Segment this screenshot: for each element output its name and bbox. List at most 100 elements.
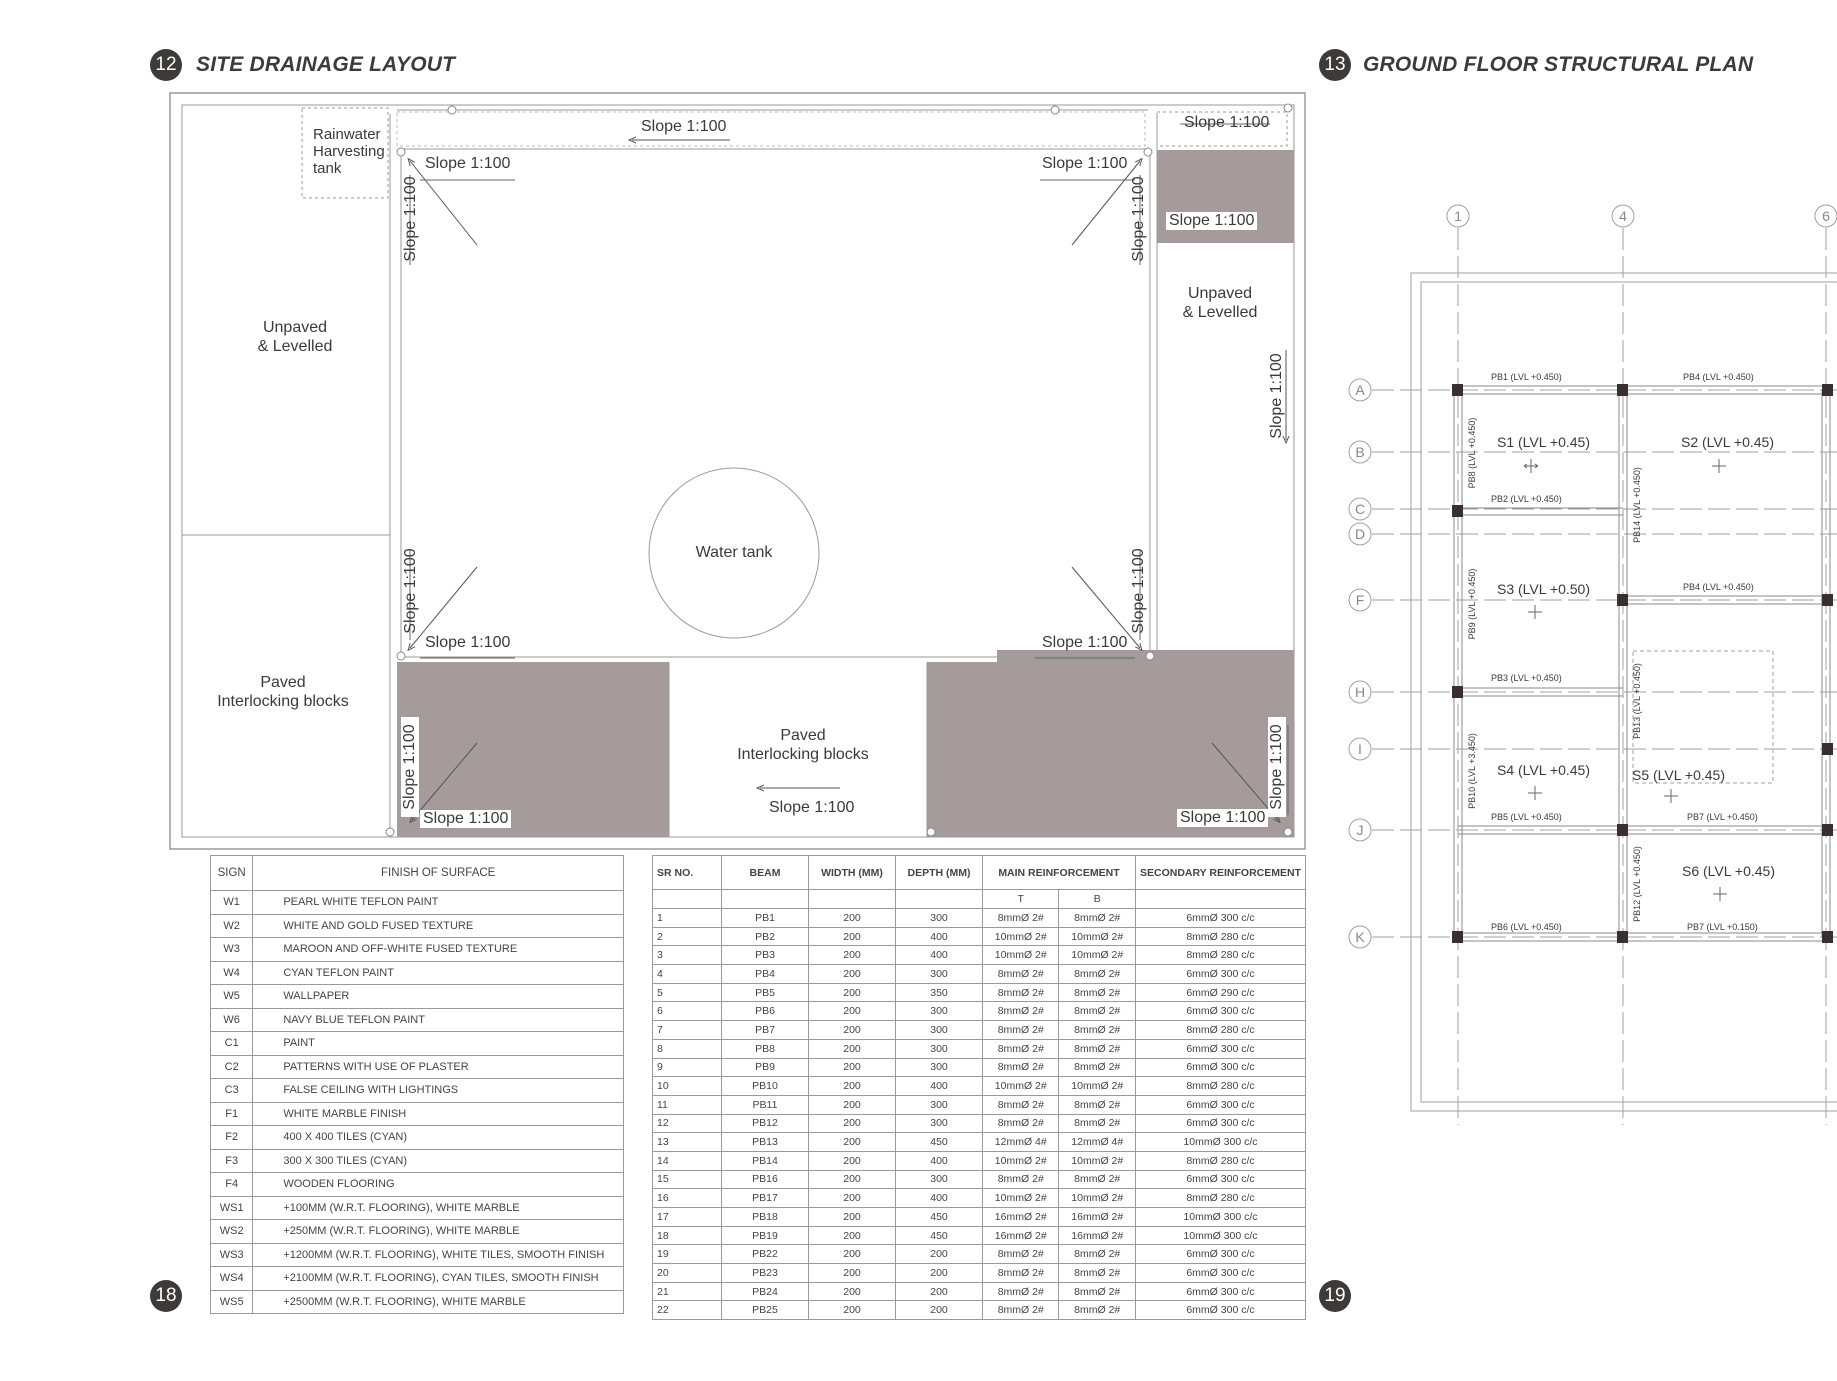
sr-cell: 22 <box>652 1300 722 1321</box>
beam-cell: PB7 <box>721 1020 809 1040</box>
grid-label: 6 <box>1822 208 1830 224</box>
table-row: WS5 +2500MM (W.R.T. FLOORING), WHITE MARB… <box>209 1289 624 1314</box>
table-row: F2 400 X 400 TILES (CYAN) <box>209 1125 624 1150</box>
beam-cell: PB3 <box>721 945 809 966</box>
width-cell: 200 <box>808 1188 896 1208</box>
slab-label: S3 (LVL +0.50) <box>1497 581 1591 597</box>
grid-label: H <box>1354 684 1366 700</box>
width-cell: 200 <box>808 1113 896 1134</box>
sr-cell: 3 <box>652 945 722 966</box>
secondary-reinforcement-cell: 8mmØ 280 c/c <box>1134 945 1307 966</box>
page-number: 19 <box>1324 1285 1346 1306</box>
finish-cell: +2100MM (W.R.T. FLOORING), CYAN TILES, S… <box>252 1266 624 1291</box>
secondary-reinforcement-cell: 8mmØ 280 c/c <box>1134 1076 1307 1096</box>
grid-label: B <box>1355 444 1365 460</box>
secondary-reinforcement-cell: 6mmØ 300 c/c <box>1134 1113 1307 1134</box>
secondary-reinforcement-cell: 6mmØ 300 c/c <box>1134 1057 1307 1078</box>
bottom-reinforcement-cell: 8mmØ 2# <box>1058 964 1136 984</box>
beam-label: PB14 (LVL +0.450) <box>1632 467 1642 543</box>
beam-cell: PB19 <box>721 1225 809 1246</box>
sr-cell: 6 <box>652 1001 722 1022</box>
bottom-reinforcement-cell: 16mmØ 2# <box>1058 1225 1136 1246</box>
table-row: 17 PB18 200 450 16mmØ 2# 16mmØ 2# 10mmØ 300 c/… <box>652 1207 1307 1227</box>
sr-cell: 13 <box>652 1132 722 1152</box>
sr-cell: 20 <box>652 1263 722 1283</box>
grid-label: J <box>1356 822 1364 838</box>
secondary-reinforcement-cell: 6mmØ 300 c/c <box>1134 1038 1307 1059</box>
secondary-reinforcement-cell: 6mmØ 300 c/c <box>1134 1001 1307 1022</box>
sign-cell: C1 <box>209 1031 254 1056</box>
table-row: W2 WHITE AND GOLD FUSED TEXTURE <box>209 913 624 938</box>
table-row: WS2 +250MM (W.R.T. FLOORING), WHITE MARBL… <box>209 1219 624 1244</box>
beam-cell: PB17 <box>721 1188 809 1208</box>
beam-cell: PB18 <box>721 1207 809 1227</box>
top-reinforcement-cell: 8mmØ 2# <box>981 982 1060 1003</box>
beam-cell: PB2 <box>721 926 809 947</box>
bottom-reinforcement-cell: 10mmØ 2# <box>1058 945 1136 966</box>
width-cell: 200 <box>808 1300 896 1321</box>
sr-cell: 4 <box>652 964 722 984</box>
top-reinforcement-cell: 8mmØ 2# <box>981 1001 1060 1022</box>
beam-cell: PB8 <box>721 1038 809 1059</box>
width-cell: 200 <box>808 1076 896 1096</box>
beam-label: PB13 (LVL +0.450) <box>1632 663 1642 739</box>
width-cell: 200 <box>808 1244 896 1265</box>
sr-cell: 2 <box>652 926 722 947</box>
bottom-reinforcement-cell: 8mmØ 2# <box>1058 982 1136 1003</box>
table-row: 18 PB19 200 450 16mmØ 2# 16mmØ 2# 10mmØ 300 c/… <box>652 1225 1307 1246</box>
beam-label: PB8 (LVL +0.450) <box>1467 417 1477 489</box>
beam-cell: PB24 <box>721 1281 809 1302</box>
beam-label: PB12 (LVL +0.450) <box>1632 846 1642 922</box>
depth-cell: 400 <box>895 1076 983 1096</box>
bottom-reinforcement-cell: 8mmØ 2# <box>1058 1113 1136 1134</box>
sr-cell: 10 <box>652 1076 722 1096</box>
width-cell: 200 <box>808 1001 896 1022</box>
grid-label: C <box>1354 501 1366 517</box>
depth-cell: 400 <box>895 945 983 966</box>
top-reinforcement-cell: 10mmØ 2# <box>981 1076 1060 1096</box>
grid-label: K <box>1355 929 1365 945</box>
width-cell: 200 <box>808 1207 896 1227</box>
table-row: 8 PB8 200 300 8mmØ 2# 8mmØ 2# 6mmØ 300 c/c <box>652 1038 1307 1059</box>
table-row: 2 PB2 200 400 10mmØ 2# 10mmØ 2# 8mmØ 280 c/c <box>652 926 1307 947</box>
beam-cell: PB13 <box>721 1132 809 1152</box>
beam-cell: PB11 <box>721 1094 809 1115</box>
table-row: W6 NAVY BLUE TEFLON PAINT <box>209 1007 624 1032</box>
depth-cell: 300 <box>895 1057 983 1078</box>
top-reinforcement-cell: 10mmØ 2# <box>981 945 1060 966</box>
grid-label: 1 <box>1454 208 1462 224</box>
beam-label: PB4 (LVL +0.450) <box>1683 582 1754 592</box>
table-row: 5 PB5 200 350 8mmØ 2# 8mmØ 2# 6mmØ 290 c/c <box>652 982 1307 1003</box>
top-reinforcement-cell: 8mmØ 2# <box>981 1169 1060 1190</box>
bottom-reinforcement-cell: 8mmØ 2# <box>1058 1057 1136 1078</box>
sign-cell: WS1 <box>209 1195 254 1220</box>
secondary-reinforcement-cell: 8mmØ 280 c/c <box>1134 1188 1307 1208</box>
table-row: 11 PB11 200 300 8mmØ 2# 8mmØ 2# 6mmØ 300 c/c <box>652 1094 1307 1115</box>
bottom-reinforcement-cell: 8mmØ 2# <box>1058 1094 1136 1115</box>
table-subheader-row: T B <box>652 889 1307 909</box>
finish-cell: WALLPAPER <box>252 984 624 1009</box>
secondary-reinforcement-cell: 6mmØ 300 c/c <box>1134 964 1307 984</box>
beam-label: PB2 (LVL +0.450) <box>1491 494 1562 504</box>
finish-cell: 300 X 300 TILES (CYAN) <box>252 1148 624 1173</box>
page-number: 18 <box>155 1285 177 1306</box>
grid-label: I <box>1358 741 1362 757</box>
width-cell: 200 <box>808 1094 896 1115</box>
table-subheader: B <box>1058 889 1136 909</box>
table-row: 16 PB17 200 400 10mmØ 2# 10mmØ 2# 8mmØ 280 c/c <box>652 1188 1307 1208</box>
secondary-reinforcement-cell: 10mmØ 300 c/c <box>1134 1132 1307 1152</box>
top-reinforcement-cell: 8mmØ 2# <box>981 964 1060 984</box>
table-row: 1 PB1 200 300 8mmØ 2# 8mmØ 2# 6mmØ 300 c/c <box>652 908 1307 928</box>
top-reinforcement-cell: 12mmØ 4# <box>981 1132 1060 1152</box>
table-row: F3 300 X 300 TILES (CYAN) <box>209 1148 624 1173</box>
table-row: 7 PB7 200 300 8mmØ 2# 8mmØ 2# 8mmØ 280 c/c <box>652 1020 1307 1040</box>
sr-cell: 5 <box>652 982 722 1003</box>
beam-cell: PB22 <box>721 1244 809 1265</box>
depth-cell: 300 <box>895 1001 983 1022</box>
top-reinforcement-cell: 8mmØ 2# <box>981 1038 1060 1059</box>
depth-cell: 300 <box>895 1020 983 1040</box>
sr-cell: 12 <box>652 1113 722 1134</box>
slab-label: S4 (LVL +0.45) <box>1497 762 1591 778</box>
finish-cell: 400 X 400 TILES (CYAN) <box>252 1125 624 1150</box>
table-row: 6 PB6 200 300 8mmØ 2# 8mmØ 2# 6mmØ 300 c/c <box>652 1001 1307 1022</box>
